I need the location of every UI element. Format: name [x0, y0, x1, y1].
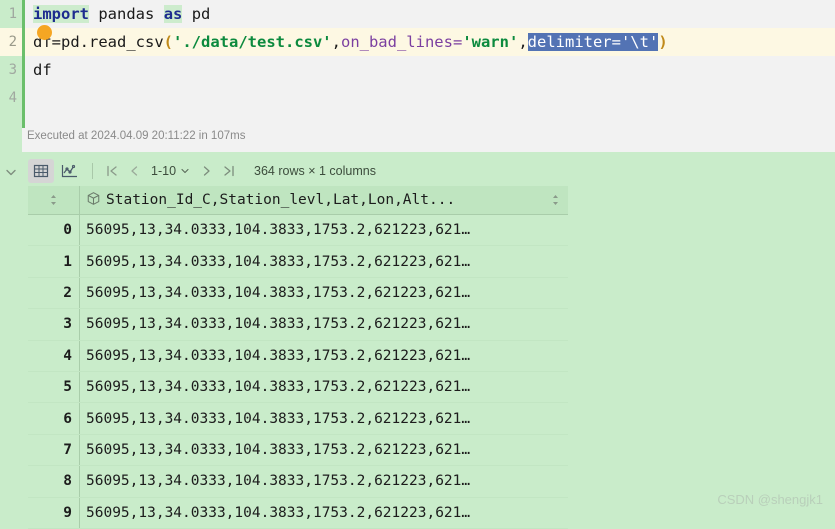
module-name: pandas [98, 5, 155, 23]
column-header-label: Station_Id_C,Station_levl,Lat,Lon,Alt... [106, 192, 456, 208]
text-cursor-dot-icon [37, 25, 52, 40]
row-index: 7 [28, 434, 80, 467]
result-table: Station_Id_C,Station_levl,Lat,Lon,Alt...… [28, 186, 568, 529]
code-line-4[interactable] [25, 84, 835, 112]
call-expression: df=pd.read_csv [33, 33, 164, 51]
row-value[interactable]: 56095,13,34.0333,104.3833,1753.2,621223,… [79, 465, 568, 498]
row-index: 0 [28, 214, 80, 247]
sort-updown-icon[interactable] [49, 194, 58, 209]
last-page-icon[interactable] [218, 160, 240, 182]
line-number: 3 [8, 62, 17, 78]
cube-icon [86, 191, 101, 210]
watermark: CSDN @shengjk1 [717, 492, 823, 507]
page-range-selector[interactable]: 1-10 [145, 164, 196, 178]
keyword-as: as [163, 5, 183, 23]
row-index: 3 [28, 308, 80, 341]
table-row[interactable]: 4 56095,13,34.0333,104.3833,1753.2,62122… [28, 340, 568, 372]
row-value[interactable]: 56095,13,34.0333,104.3833,1753.2,621223,… [79, 277, 568, 310]
keyword-import: import [33, 5, 89, 23]
table-row[interactable]: 8 56095,13,34.0333,104.3833,1753.2,62122… [28, 465, 568, 498]
row-index: 1 [28, 245, 80, 278]
row-value[interactable]: 56095,13,34.0333,104.3833,1753.2,621223,… [79, 245, 568, 278]
line-chart-icon[interactable] [56, 159, 82, 183]
cell-accent-bar [22, 0, 25, 128]
chevron-down-icon [181, 168, 189, 174]
table-row[interactable]: 7 56095,13,34.0333,104.3833,1753.2,62122… [28, 434, 568, 467]
left-paren: ( [163, 33, 173, 51]
output-panel: 1-10 364 rows × 1 columns Station_Id_C,S… [0, 152, 835, 529]
row-value[interactable]: 56095,13,34.0333,104.3833,1753.2,621223,… [79, 214, 568, 247]
row-value[interactable]: 56095,13,34.0333,104.3833,1753.2,621223,… [79, 434, 568, 467]
chevron-right-icon[interactable] [196, 160, 218, 182]
table-row[interactable]: 0 56095,13,34.0333,104.3833,1753.2,62122… [28, 214, 568, 247]
page-range-label: 1-10 [151, 164, 177, 178]
row-index: 6 [28, 402, 80, 435]
comma: , [331, 33, 341, 51]
chevron-down-icon[interactable] [3, 164, 19, 180]
row-index: 8 [28, 465, 80, 498]
code-cell: 1 2 3 4 import pandas as pd df=pd.read_c… [0, 0, 835, 152]
table-head: Station_Id_C,Station_levl,Lat,Lon,Alt... [28, 186, 568, 215]
toolbar-divider [92, 163, 93, 179]
execution-status: Executed at 2024.04.09 20:11:22 in 107ms [27, 130, 246, 142]
data-column-header[interactable]: Station_Id_C,Station_levl,Lat,Lon,Alt... [79, 186, 568, 215]
output-toolbar: 1-10 364 rows × 1 columns [28, 158, 376, 184]
table-row[interactable]: 1 56095,13,34.0333,104.3833,1753.2,62122… [28, 245, 568, 278]
code-line-3[interactable]: df [25, 56, 835, 84]
line-number: 2 [0, 28, 22, 56]
table-header-row: Station_Id_C,Station_levl,Lat,Lon,Alt... [28, 186, 568, 215]
code-line-1[interactable]: import pandas as pd [25, 0, 835, 28]
code-line-2[interactable]: df=pd.read_csv('./data/test.csv',on_bad_… [25, 28, 835, 56]
row-value[interactable]: 56095,13,34.0333,104.3833,1753.2,621223,… [79, 308, 568, 341]
sort-updown-icon[interactable] [551, 194, 568, 207]
index-column-header[interactable] [28, 186, 80, 215]
warn-string: 'warn' [462, 33, 519, 51]
kwarg-on-bad-lines: on_bad_lines= [340, 33, 463, 51]
code-lines[interactable]: import pandas as pd df=pd.read_csv('./da… [25, 0, 835, 128]
line-number: 1 [8, 6, 17, 22]
table-row[interactable]: 6 56095,13,34.0333,104.3833,1753.2,62122… [28, 402, 568, 435]
row-index: 2 [28, 277, 80, 310]
line-number-column: 1 2 3 4 [0, 0, 22, 128]
file-path-string: './data/test.csv' [173, 33, 332, 51]
row-value[interactable]: 56095,13,34.0333,104.3833,1753.2,621223,… [79, 371, 568, 404]
row-value[interactable]: 56095,13,34.0333,104.3833,1753.2,621223,… [79, 340, 568, 372]
table-body: 0 56095,13,34.0333,104.3833,1753.2,62122… [28, 214, 568, 529]
table-row[interactable]: 3 56095,13,34.0333,104.3833,1753.2,62122… [28, 308, 568, 341]
table-grid-icon[interactable] [28, 159, 54, 183]
row-index: 5 [28, 371, 80, 404]
chevron-left-icon[interactable] [123, 160, 145, 182]
row-index: 4 [28, 340, 80, 372]
table-row[interactable]: 2 56095,13,34.0333,104.3833,1753.2,62122… [28, 277, 568, 310]
rows-columns-info: 364 rows × 1 columns [254, 164, 376, 178]
line-number: 4 [8, 90, 17, 106]
row-value[interactable]: 56095,13,34.0333,104.3833,1753.2,621223,… [79, 402, 568, 435]
selected-text-delimiter[interactable]: delimiter='\t' [527, 33, 659, 51]
table-row[interactable]: 5 56095,13,34.0333,104.3833,1753.2,62122… [28, 371, 568, 404]
right-paren: ) [658, 33, 668, 51]
first-page-icon[interactable] [101, 160, 123, 182]
alias-name: pd [191, 5, 211, 23]
comma: , [518, 33, 528, 51]
